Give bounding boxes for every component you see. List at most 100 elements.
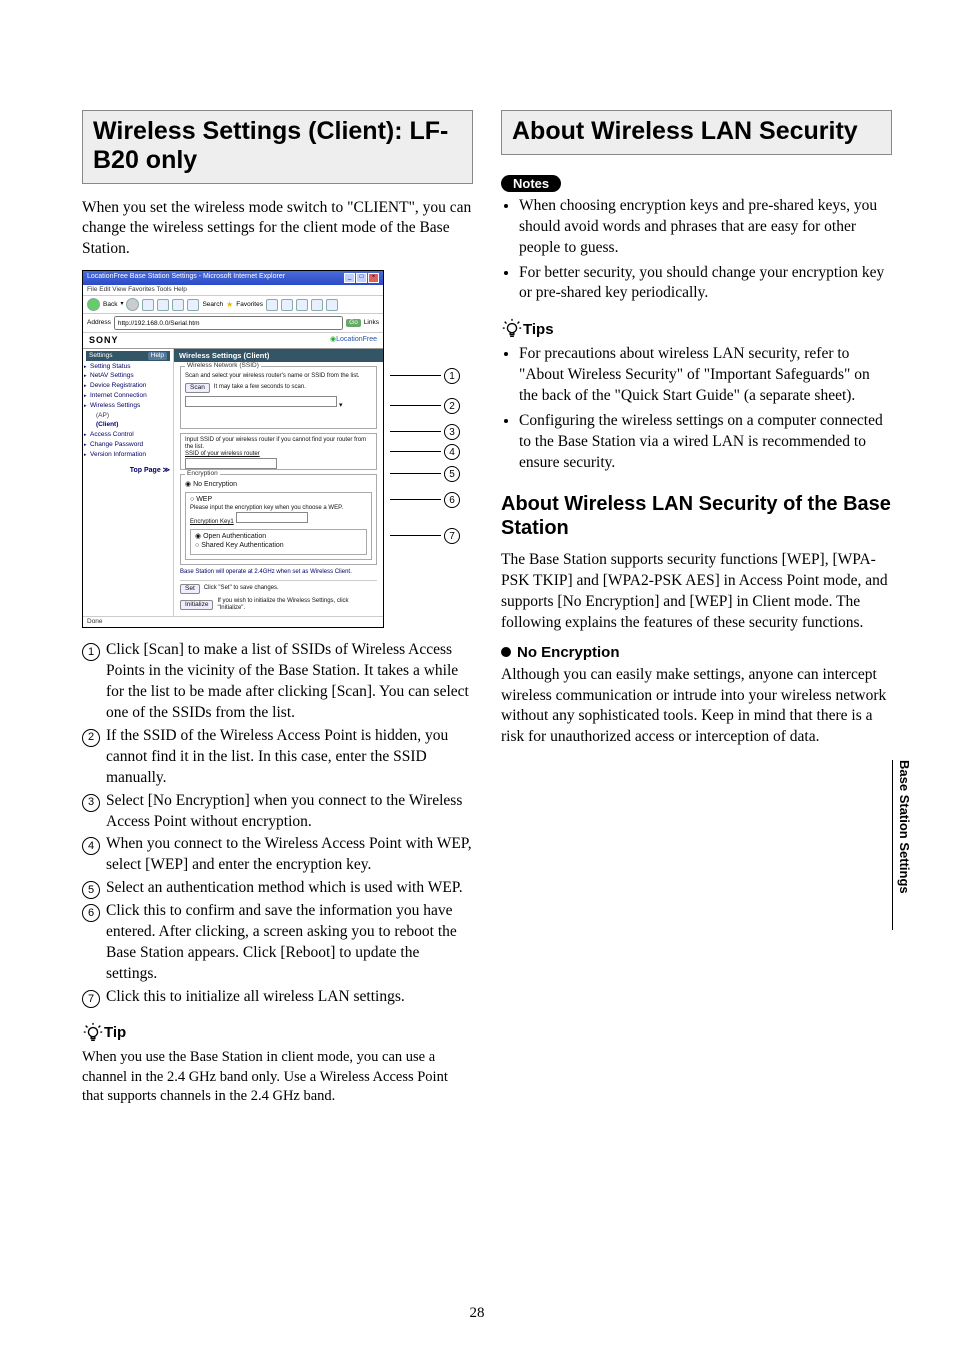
radio-icon: ○ — [195, 542, 199, 549]
tips-list: For precautions about wireless LAN secur… — [501, 344, 892, 474]
close-icon: × — [368, 273, 379, 283]
figure-with-callouts: LocationFree Base Station Settings - Mic… — [82, 270, 473, 628]
manual-ssid-input — [185, 458, 277, 469]
callout-list: 1 2 3 4 5 6 7 — [390, 270, 460, 544]
ssid-dropdown — [185, 396, 337, 407]
heading-right: About Wireless LAN Security — [512, 117, 881, 146]
stop-icon — [142, 299, 154, 311]
maximize-icon: □ — [356, 273, 367, 283]
wep-group: ○ WEP Please input the encryption key wh… — [185, 492, 372, 560]
figure-sidebar: Settings Help Setting Status NetAV Setti… — [83, 349, 174, 617]
side-device-reg: Device Registration — [86, 382, 170, 390]
address-label: Address — [87, 319, 111, 327]
encryption-group: Encryption ◉ No Encryption ○ WEP Please … — [180, 474, 377, 565]
panel-body: Wireless Network (SSID) Scan and select … — [174, 362, 383, 617]
mail-icon — [281, 299, 293, 311]
statusbar: Done — [83, 616, 383, 627]
screenshot-figure: LocationFree Base Station Settings - Mic… — [82, 270, 384, 628]
callout-6: 6 — [444, 492, 460, 508]
go-button: Go — [346, 319, 361, 327]
figure-main: Wireless Settings (Client) Wireless Netw… — [174, 349, 383, 617]
notes-list: When choosing encryption keys and pre-sh… — [501, 196, 892, 305]
back-label: Back — [103, 301, 117, 309]
h3-body: Although you can easily make settings, a… — [501, 665, 892, 749]
discuss-icon — [326, 299, 338, 311]
minimize-icon: _ — [344, 273, 355, 283]
item-6: Click this to confirm and save the infor… — [106, 901, 473, 985]
back-icon — [87, 298, 100, 311]
h2-security: About Wireless LAN Security of the Base … — [501, 492, 892, 540]
item-7: Click this to initialize all wireless LA… — [106, 987, 405, 1008]
set-button: Set — [180, 584, 200, 594]
note-1: When choosing encryption keys and pre-sh… — [519, 196, 892, 259]
side-password: Change Password — [86, 441, 170, 449]
top-page-link: Top Page ≫ — [86, 467, 170, 475]
forward-icon — [126, 298, 139, 311]
side-netav: NetAV Settings — [86, 372, 170, 380]
side-setting-status: Setting Status — [86, 363, 170, 371]
radio-icon: ◉ — [195, 533, 201, 540]
print-icon — [296, 299, 308, 311]
address-input — [114, 316, 343, 330]
callout-7: 7 — [444, 528, 460, 544]
note-2: For better security, you should change y… — [519, 263, 892, 305]
side-wireless: Wireless Settings — [86, 402, 170, 410]
side-tab: Base Station Settings — [892, 760, 912, 930]
panel-title: Wireless Settings (Client) — [174, 349, 383, 362]
heading-left: Wireless Settings (Client): LF-B20 only — [93, 117, 462, 175]
band-note: Base Station will operate at 2.4GHz when… — [180, 569, 377, 576]
h3-no-encryption: No Encryption — [501, 644, 892, 661]
scan-button: Scan — [185, 383, 210, 393]
manual-ssid-group: Input SSID of your wireless router if yo… — [180, 433, 377, 470]
help-button: Help — [148, 352, 167, 360]
menubar: File Edit View Favorites Tools Help — [83, 285, 383, 296]
history-icon — [266, 299, 278, 311]
window-title: LocationFree Base Station Settings - Mic… — [87, 273, 285, 283]
side-access: Access Control — [86, 431, 170, 439]
side-wireless-client: (Client) — [86, 421, 170, 429]
toolbar: Back ▾ Search ★ Favorites — [83, 296, 383, 314]
intro-paragraph: When you set the wireless mode switch to… — [82, 198, 473, 261]
links-label: Links — [364, 319, 379, 327]
home-icon — [172, 299, 184, 311]
sidebar-header: Settings Help — [86, 351, 170, 361]
heading-box-right: About Wireless LAN Security — [501, 110, 892, 155]
tip-1: For precautions about wireless LAN secur… — [519, 344, 892, 407]
tip-heading: Tip — [82, 1022, 473, 1044]
item-4: When you connect to the Wireless Access … — [106, 834, 473, 876]
columns: Wireless Settings (Client): LF-B20 only … — [82, 110, 892, 1117]
numbered-list: 1Click [Scan] to make a list of SSIDs of… — [82, 640, 473, 1008]
window-titlebar: LocationFree Base Station Settings - Mic… — [83, 271, 383, 285]
page-number: 28 — [0, 1305, 954, 1322]
tips-heading: Tips — [501, 318, 892, 340]
search-icon — [187, 299, 199, 311]
auth-group: ◉ Open Authentication ○ Shared Key Authe… — [190, 529, 367, 555]
radio-icon: ○ — [190, 496, 194, 503]
tip-2: Configuring the wireless settings on a c… — [519, 411, 892, 474]
brand-sony: SONY — [89, 335, 119, 346]
callout-4: 4 — [444, 444, 460, 460]
ssid-group: Wireless Network (SSID) Scan and select … — [180, 366, 377, 429]
edit-icon — [311, 299, 323, 311]
left-column: Wireless Settings (Client): LF-B20 only … — [82, 110, 473, 1117]
item-2: If the SSID of the Wireless Access Point… — [106, 726, 473, 789]
side-wireless-ap: (AP) — [86, 412, 170, 420]
page: Wireless Settings (Client): LF-B20 only … — [0, 0, 954, 1348]
initialize-button: Initialize — [180, 600, 213, 610]
side-internet: Internet Connection — [86, 392, 170, 400]
brand-bar: SONY ◉LocationFree — [83, 333, 383, 349]
callout-2: 2 — [444, 398, 460, 414]
tip-body: When you use the Base Station in client … — [82, 1048, 473, 1107]
callout-5: 5 — [444, 466, 460, 482]
h2-body: The Base Station supports security funct… — [501, 550, 892, 634]
figure-body: Settings Help Setting Status NetAV Setti… — [83, 349, 383, 617]
lightbulb-icon — [501, 318, 523, 340]
callout-3: 3 — [444, 424, 460, 440]
heading-box-left: Wireless Settings (Client): LF-B20 only — [82, 110, 473, 184]
item-5: Select an authentication method which is… — [106, 878, 463, 899]
favorites-icon: ★ — [226, 300, 233, 310]
notes-label: Notes — [501, 175, 561, 192]
refresh-icon — [157, 299, 169, 311]
item-1: Click [Scan] to make a list of SSIDs of … — [106, 640, 473, 724]
enc-key-input — [236, 512, 308, 523]
